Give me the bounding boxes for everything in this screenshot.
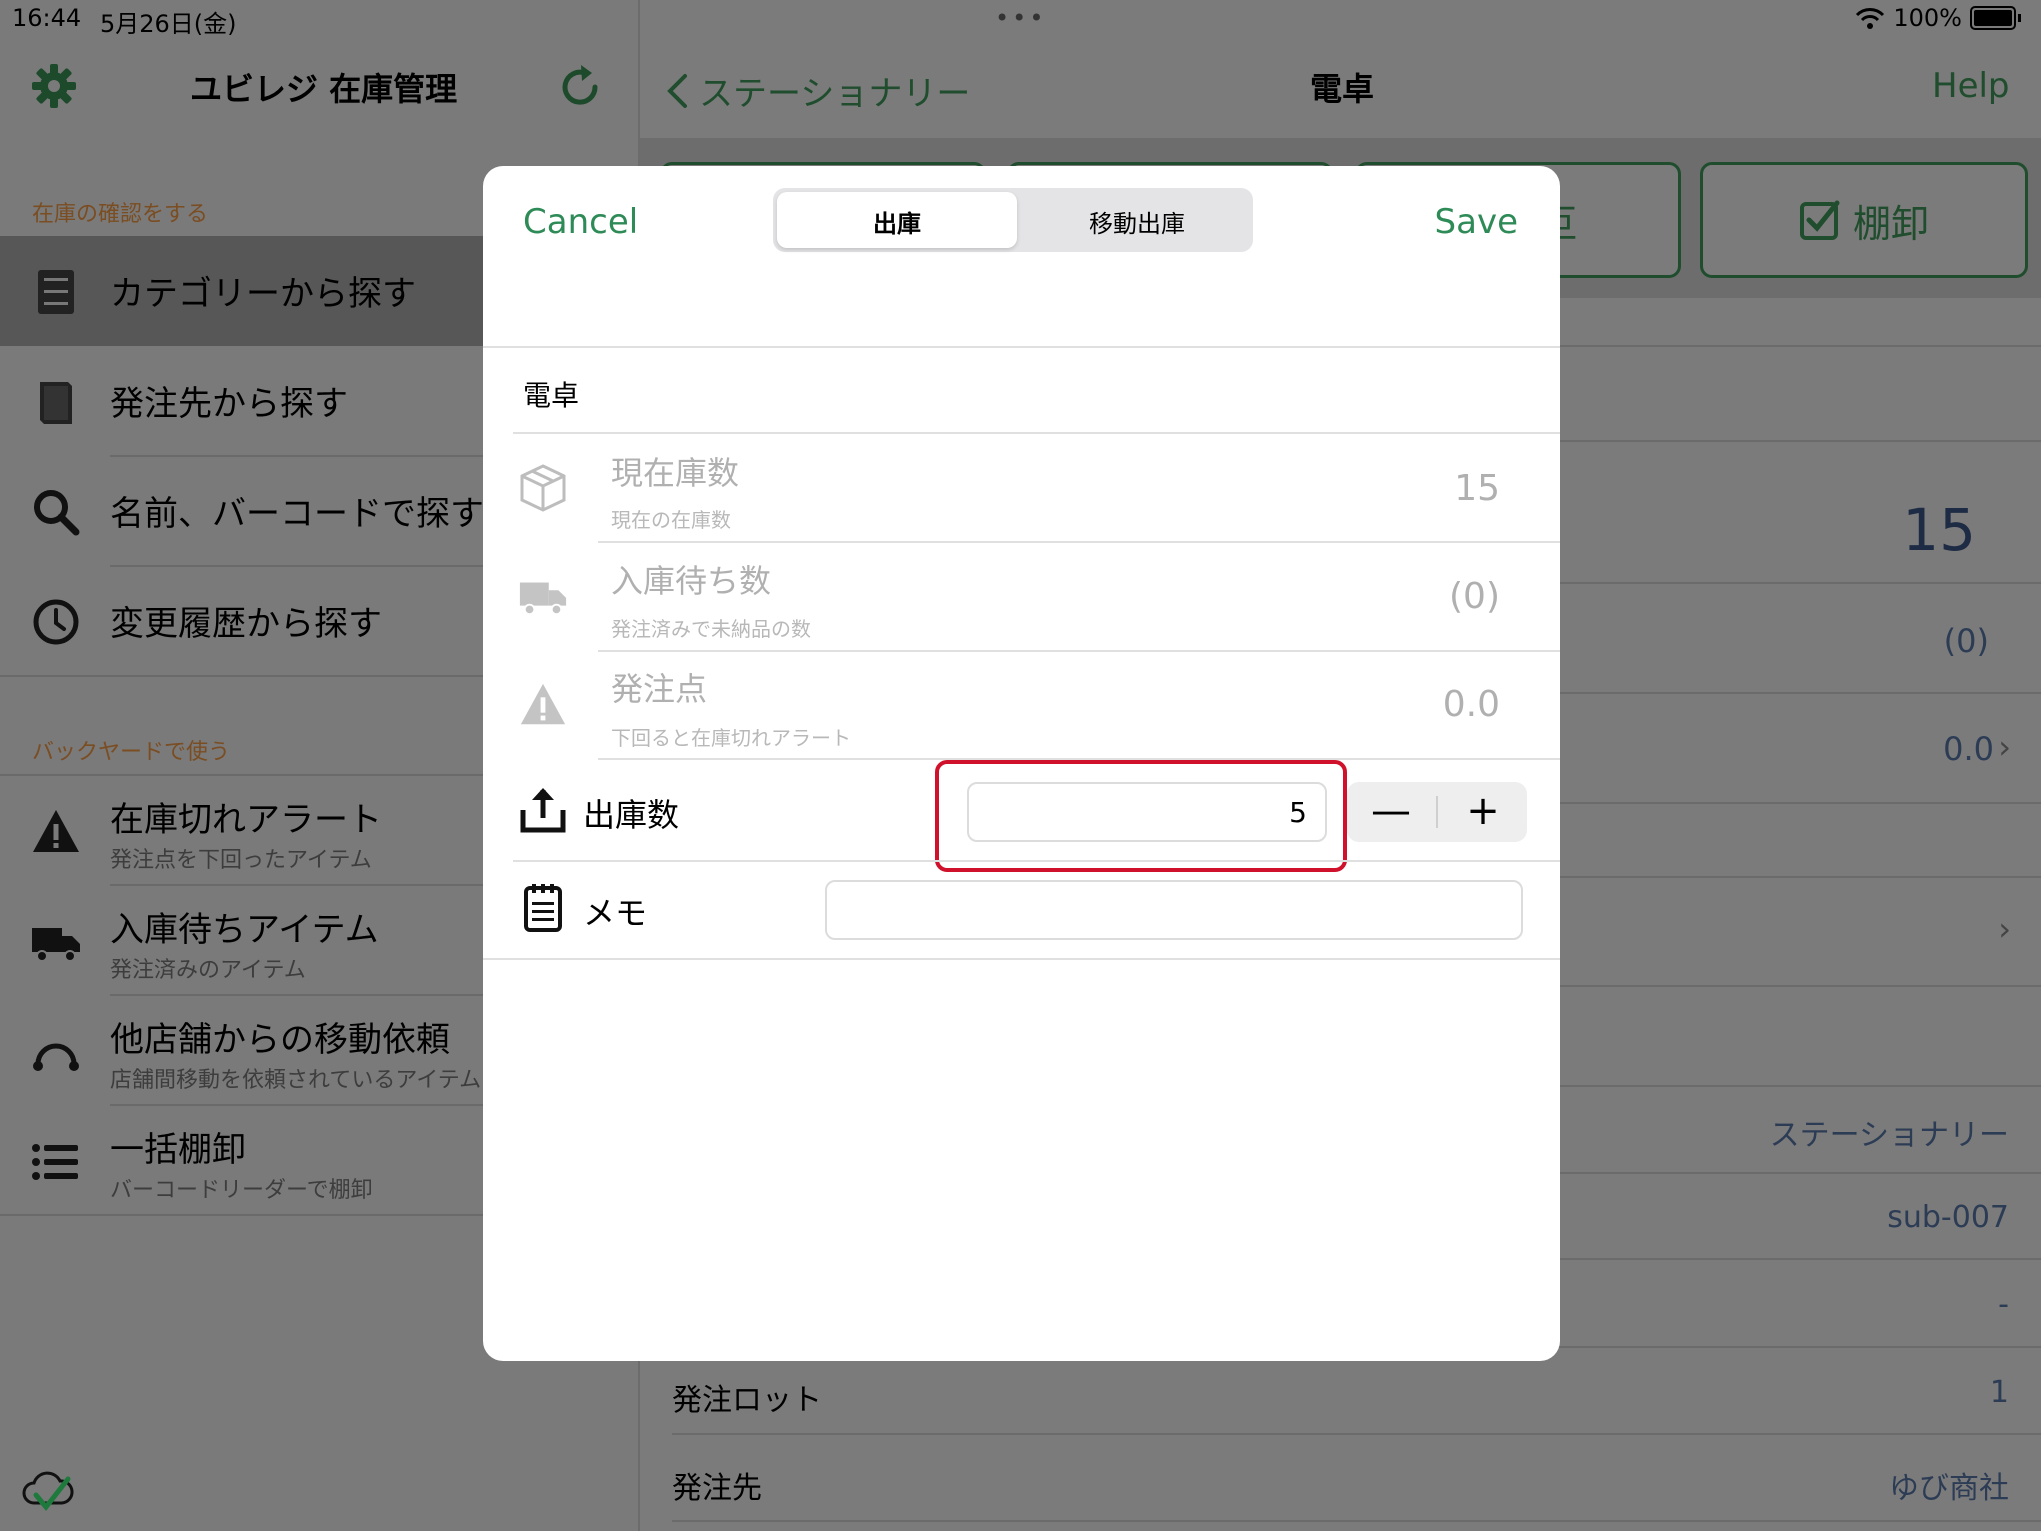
sidebar-item-label: 発注先から探す [110,384,348,424]
highlight-box [935,760,1347,872]
mode-segmented-control: 出庫 移動出庫 [773,188,1253,252]
reorder-value[interactable]: 0.0 [1943,730,1994,768]
current-stock-sub: 現在の在庫数 [611,508,731,532]
status-time: 16:44 [12,4,82,32]
row-divider [672,1433,2041,1435]
increment-button[interactable]: + [1439,782,1527,842]
cabinet-icon [38,270,74,314]
memo-input[interactable] [825,880,1523,940]
sidebar-item-sub: 発注済みのアイテム [110,958,306,983]
sidebar-item-sub: 発注点を下回ったアイテム [110,848,372,873]
stock-out-label: 出庫数 [583,796,680,834]
sidebar-item-label: 入庫待ちアイテム [110,910,379,950]
status-date: 5月26日(金) [100,10,237,38]
battery-percent: 100% [1893,4,1962,32]
warning-icon [33,810,79,852]
stepper-separator [1436,796,1438,828]
back-button[interactable]: ステーショナリー [665,66,970,115]
divider [483,346,1560,348]
gear-icon[interactable] [30,62,78,110]
sidebar-item-sub: 店舗間移動を依頼されているアイテム [110,1068,482,1093]
multitask-dots[interactable]: ••• [995,4,1046,32]
reorder-value: 0.0 [1442,684,1500,725]
battery-tip [2018,14,2021,22]
save-button[interactable]: Save [1435,202,1518,242]
lot-value: 1 [1989,1375,2009,1410]
sidebar-item-label: 他店舗からの移動依頼 [110,1020,450,1060]
chevron-right-icon[interactable]: › [1998,910,2011,948]
checkbox-icon [1799,200,1840,240]
stock-value: 15 [1902,496,1976,564]
truck-icon [519,582,567,616]
search-icon [34,490,80,536]
detail-title: 電卓 [1310,70,1375,108]
section-label-backyard: バックヤードで使う [32,740,231,765]
section-label-check: 在庫の確認をする [32,202,209,227]
current-stock-value: 15 [1454,468,1500,509]
category-value: ステーショナリー [1769,1118,2009,1153]
stock-out-modal: Cancel Save 出庫 移動出庫 電卓 現在庫数 現在の在庫数 15 入庫… [483,166,1560,1361]
memo-icon [524,884,562,932]
transfer-arc-icon [33,1043,79,1071]
segment-transfer-out[interactable]: 移動出庫 [1017,204,1257,239]
upload-icon [520,788,566,833]
row-divider [672,1520,2041,1522]
sidebar-item-label: 変更履歴から探す [110,604,382,644]
help-button[interactable]: Help [1932,66,2010,106]
box-icon [520,464,566,512]
sidebar-item-label: 名前、バーコードで探す [110,494,484,534]
clock-icon [33,599,79,645]
code-value: sub-007 [1887,1200,2009,1235]
segment-stock-out[interactable]: 出庫 [777,204,1017,239]
app-title: ユビレジ 在庫管理 [190,70,458,108]
supplier-value: ゆび商社 [1889,1471,2009,1506]
divider [513,432,1560,434]
chevron-left-icon [667,73,687,108]
cancel-button[interactable]: Cancel [523,202,638,242]
lot-label: 発注ロット [672,1383,822,1418]
inventory-button[interactable]: 棚卸 [1700,162,2028,278]
back-label: ステーショナリー [699,74,971,114]
wifi-icon [1856,8,1885,29]
waiting-value: (0) [1943,622,1989,660]
inventory-label: 棚卸 [1852,201,1929,246]
memo-label: メモ [583,894,648,932]
list-icon [32,1144,78,1180]
item-name: 電卓 [523,379,580,412]
chevron-right-icon: › [1998,728,2011,766]
divider [483,958,1560,960]
waiting-label: 入庫待ち数 [611,562,772,600]
battery-icon [1970,6,2016,30]
waiting-sub: 発注済みで未納品の数 [611,617,811,641]
sidebar-item-label: カテゴリーから探す [110,274,416,314]
sidebar-item-label: 在庫切れアラート [110,800,382,840]
quantity-stepper: — + [1347,782,1527,842]
sidebar-item-sub: バーコードリーダーで棚卸 [110,1178,373,1203]
status-right: 100% [1855,4,2021,32]
warning-icon [520,683,566,725]
divider [513,860,1560,862]
truck-icon [32,928,80,962]
reorder-label: 発注点 [611,670,708,708]
current-stock-label: 現在庫数 [611,454,740,492]
dash-value: - [1998,1287,2009,1322]
sidebar-item-label: 一括棚卸 [110,1130,246,1170]
reorder-sub: 下回ると在庫切れアラート [611,726,851,750]
supplier-label: 発注先 [672,1471,762,1506]
waiting-value: (0) [1449,576,1500,617]
refresh-icon[interactable] [555,62,605,112]
divider [598,541,1560,543]
divider [598,650,1560,652]
book-icon [40,382,72,424]
status-bar: 16:44 5月26日(金) ••• 100% [0,0,2041,38]
cloud-sync-icon[interactable] [20,1465,74,1515]
decrement-button[interactable]: — [1347,782,1435,842]
